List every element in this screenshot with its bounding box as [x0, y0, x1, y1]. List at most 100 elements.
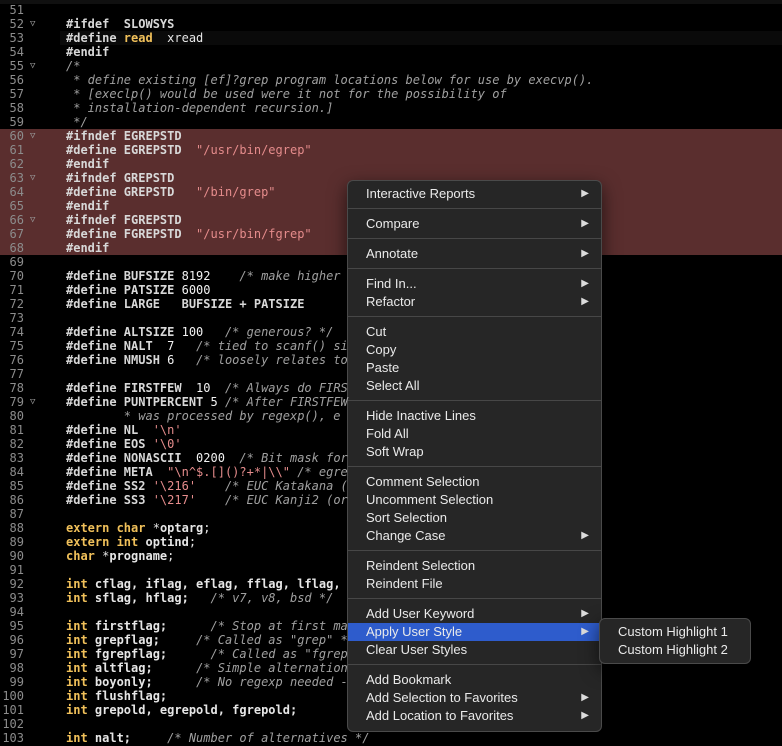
- code-token: "\n^$.[]()?+*|\\": [167, 465, 290, 479]
- fold-toggle-icon[interactable]: ▽: [30, 171, 35, 185]
- menu-item-label: Sort Selection: [366, 510, 447, 525]
- menu-item-reindent-file[interactable]: Reindent File: [348, 575, 601, 593]
- menu-item-add-user-keyword[interactable]: Add User Keyword ▶: [348, 605, 601, 623]
- code-text: #endif: [66, 241, 109, 255]
- code-token: #define BUFSIZE: [66, 269, 182, 283]
- menu-item-compare[interactable]: Compare ▶: [348, 215, 601, 233]
- code-line[interactable]: 57 * [execlp() would be used were it not…: [0, 87, 782, 101]
- code-text: * [execlp() would be used were it not fo…: [66, 87, 506, 101]
- menu-item-clear-user-styles[interactable]: Clear User Styles: [348, 641, 601, 659]
- code-token: * installation-dependent recursion.]: [66, 101, 334, 115]
- submenu-item-custom-highlight-1[interactable]: Custom Highlight 1: [600, 623, 750, 641]
- code-token: 7: [167, 339, 197, 353]
- menu-item-copy[interactable]: Copy: [348, 341, 601, 359]
- menu-item-reindent-selection[interactable]: Reindent Selection: [348, 557, 601, 575]
- menu-item-uncomment-selection[interactable]: Uncomment Selection: [348, 491, 601, 509]
- code-line[interactable]: 51: [0, 3, 782, 17]
- code-token: /* make higher: [239, 269, 341, 283]
- menu-item-select-all[interactable]: Select All: [348, 377, 601, 395]
- menu-item-sort-selection[interactable]: Sort Selection: [348, 509, 601, 527]
- code-token: int: [66, 675, 95, 689]
- menu-item-find-in[interactable]: Find In... ▶: [348, 275, 601, 293]
- menu-item-comment-selection[interactable]: Comment Selection: [348, 473, 601, 491]
- code-text: */: [66, 115, 87, 129]
- code-text: #define NMUSH 6 /* loosely relates to: [66, 353, 348, 367]
- code-token: #define GREPSTD: [66, 185, 197, 199]
- code-line[interactable]: 53 #define read xread: [0, 31, 782, 45]
- fold-toggle-icon[interactable]: ▽: [30, 129, 35, 143]
- code-text: int fgrepflag; /* Called as "fgrep: [66, 647, 348, 661]
- menu-item-refactor[interactable]: Refactor ▶: [348, 293, 601, 311]
- apply-user-style-submenu: Custom Highlight 1 Custom Highlight 2: [599, 618, 751, 664]
- submenu-item-custom-highlight-2[interactable]: Custom Highlight 2: [600, 641, 750, 659]
- code-token: #define NL: [66, 423, 153, 437]
- code-token: 6: [167, 353, 197, 367]
- code-token: firstflag;: [94, 619, 211, 633]
- fold-toggle-icon[interactable]: ▽: [30, 213, 35, 227]
- submenu-arrow-icon: ▶: [581, 188, 589, 199]
- menu-item-apply-user-style[interactable]: Apply User Style ▶: [348, 623, 601, 641]
- menu-item-change-case[interactable]: Change Case ▶: [348, 527, 601, 545]
- code-token: int: [66, 731, 95, 745]
- code-token: 8192: [181, 269, 240, 283]
- code-token: #ifndef FGREPSTD: [66, 213, 182, 227]
- code-line[interactable]: 60 ▽ #ifndef EGREPSTD: [0, 129, 782, 143]
- menu-item-paste[interactable]: Paste: [348, 359, 601, 377]
- code-text: int firstflag; /* Stop at first ma: [66, 619, 348, 633]
- menu-item-soft-wrap[interactable]: Soft Wrap: [348, 443, 601, 461]
- code-token: /* Always do FIRS: [224, 381, 348, 395]
- code-text: #define PATSIZE 6000: [66, 283, 211, 297]
- code-line[interactable]: 103 int nalt; /* Number of alternatives *…: [0, 731, 782, 745]
- fold-toggle-icon[interactable]: ▽: [30, 395, 35, 409]
- code-token: fgrepflag;: [94, 647, 211, 661]
- code-token: #define: [66, 31, 124, 45]
- menu-item-add-location-to-favorites[interactable]: Add Location to Favorites ▶: [348, 707, 601, 725]
- code-text: int grepold, egrepold, fgrepold;: [66, 703, 297, 717]
- submenu-arrow-icon: ▶: [581, 530, 589, 541]
- code-line[interactable]: 59 */: [0, 115, 782, 129]
- code-line[interactable]: 58 * installation-dependent recursion.]: [0, 101, 782, 115]
- menu-item-fold-all[interactable]: Fold All: [348, 425, 601, 443]
- code-token: grepold, egrepold, fgrepold;: [94, 703, 298, 717]
- code-line[interactable]: 56 * define existing [ef]?grep program l…: [0, 73, 782, 87]
- line-number: 55: [9, 59, 24, 73]
- fold-toggle-icon[interactable]: ▽: [30, 59, 35, 73]
- menu-item-hide-inactive-lines[interactable]: Hide Inactive Lines: [348, 407, 601, 425]
- menu-item-label: Comment Selection: [366, 474, 480, 489]
- code-text: #define ALTSIZE 100 /* generous? */: [66, 325, 333, 339]
- menu-item-label: Compare: [366, 216, 420, 231]
- code-token: int: [66, 689, 95, 703]
- line-number: 65: [9, 199, 24, 213]
- line-number: 90: [9, 549, 24, 563]
- code-text: #ifndef FGREPSTD: [66, 213, 182, 227]
- menu-item-annotate[interactable]: Annotate ▶: [348, 245, 601, 263]
- menu-separator: [348, 400, 601, 401]
- code-line[interactable]: 55 ▽ /*: [0, 59, 782, 73]
- menu-item-add-bookmark[interactable]: Add Bookmark: [348, 671, 601, 689]
- code-line[interactable]: 61 #define EGREPSTD "/usr/bin/egrep": [0, 143, 782, 157]
- menu-item-label: Clear User Styles: [366, 642, 468, 657]
- code-token: int: [66, 591, 95, 605]
- code-text: #define EOS '\0': [66, 437, 182, 451]
- code-text: #define SS3 '\217' /* EUC Kanji2 (or: [66, 493, 348, 507]
- menu-item-cut[interactable]: Cut: [348, 323, 601, 341]
- submenu-item-label: Custom Highlight 2: [618, 642, 728, 657]
- line-number: 69: [9, 255, 24, 269]
- line-number: 93: [9, 591, 24, 605]
- code-token: 100: [181, 325, 225, 339]
- menu-item-add-selection-to-favorites[interactable]: Add Selection to Favorites ▶: [348, 689, 601, 707]
- menu-item-label: Refactor: [366, 294, 416, 309]
- fold-toggle-icon[interactable]: ▽: [30, 17, 35, 31]
- line-number: 59: [9, 115, 24, 129]
- menu-item-label: Hide Inactive Lines: [366, 408, 476, 423]
- code-text: #define META "\n^$.[]()?+*|\\" /* egre: [66, 465, 348, 479]
- code-token: #define ALTSIZE: [66, 325, 182, 339]
- code-line[interactable]: 52 ▽ #ifdef SLOWSYS: [0, 17, 782, 31]
- code-token: int: [66, 703, 95, 717]
- code-line[interactable]: 54 #endif: [0, 45, 782, 59]
- code-text: int altflag; /* Simple alternation: [66, 661, 348, 675]
- code-token: "/usr/bin/fgrep": [196, 227, 312, 241]
- line-number: 81: [9, 423, 24, 437]
- code-line[interactable]: 62 #endif: [0, 157, 782, 171]
- menu-item-interactive-reports[interactable]: Interactive Reports ▶: [348, 185, 601, 203]
